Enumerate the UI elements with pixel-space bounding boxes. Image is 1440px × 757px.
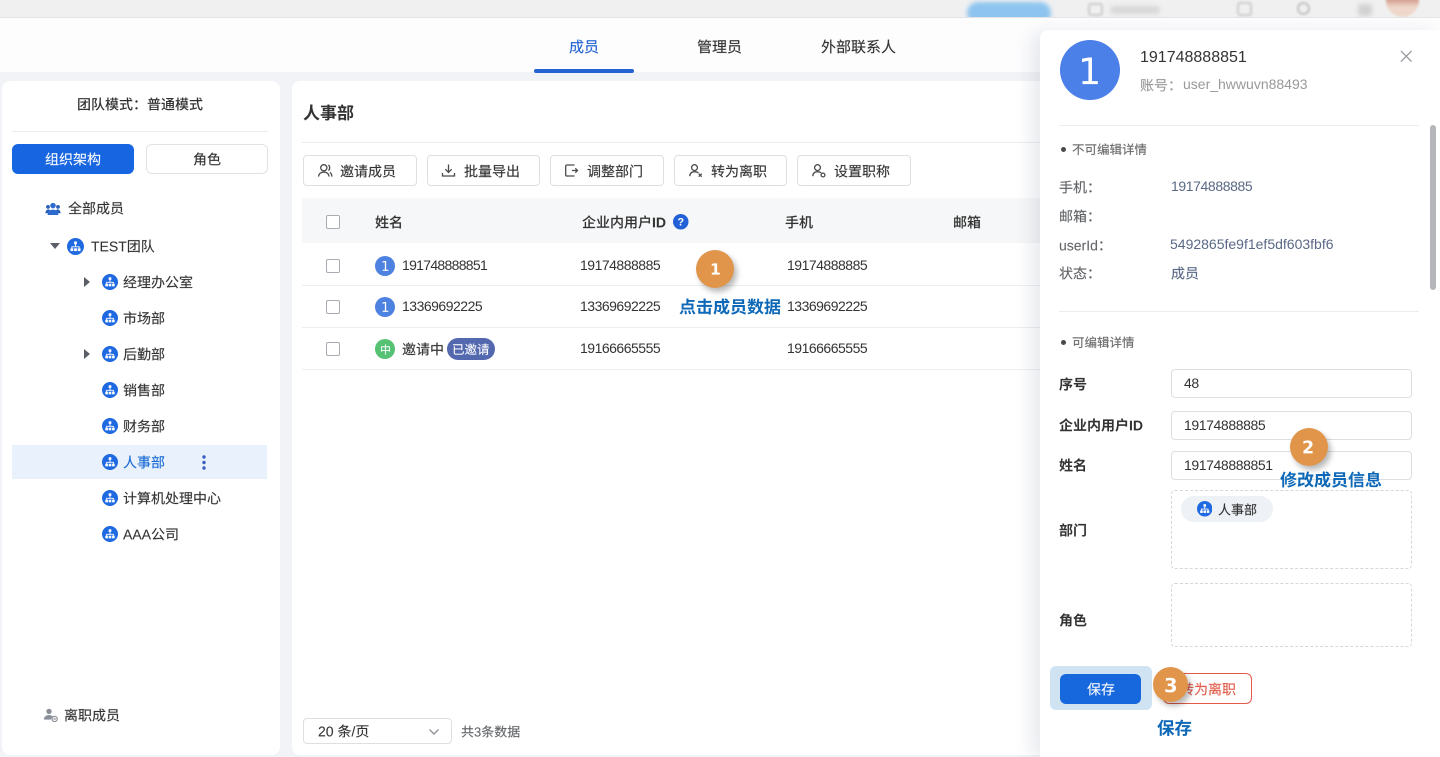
svg-text:?: ? [677,217,684,229]
